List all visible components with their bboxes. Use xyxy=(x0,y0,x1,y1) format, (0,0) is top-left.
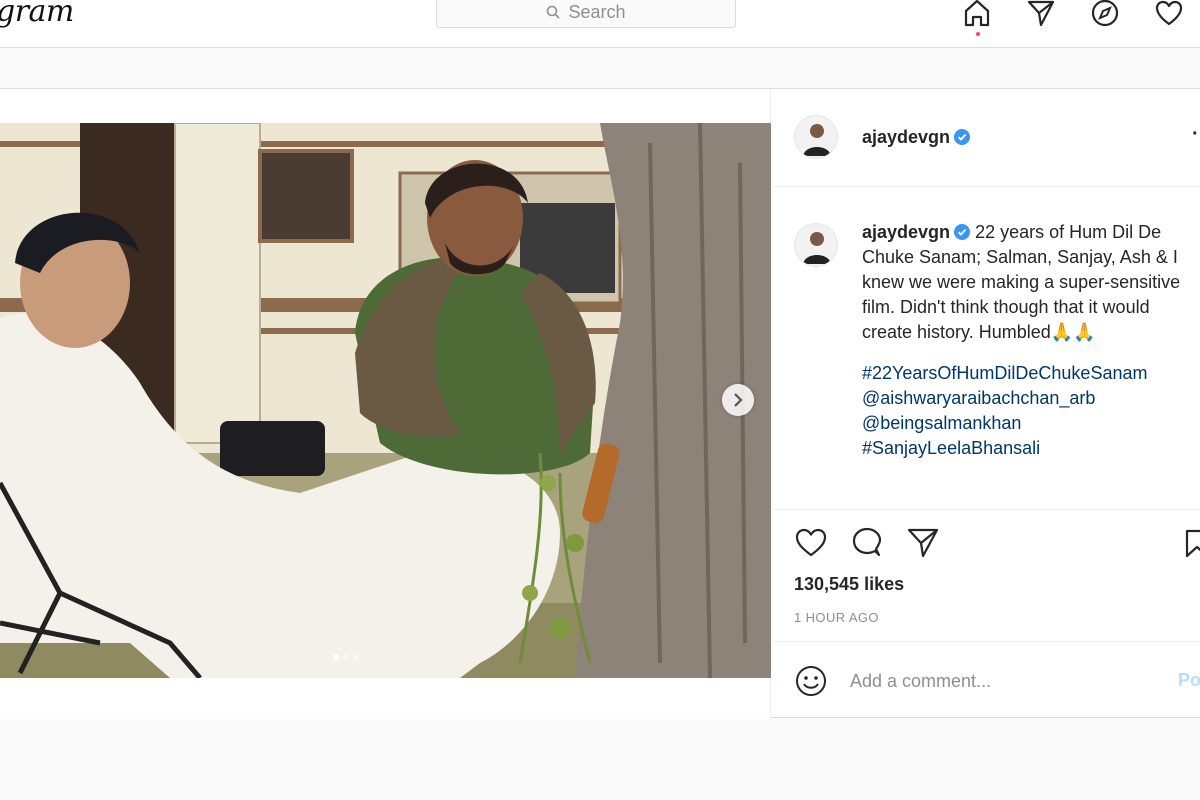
post-comment-button[interactable]: Po xyxy=(1178,670,1200,691)
photo-illustration xyxy=(0,123,771,678)
likes-count[interactable]: 130,545 likes xyxy=(794,574,904,595)
hashtag-link[interactable]: #SanjayLeelaBhansali xyxy=(862,436,1192,461)
instagram-logo[interactable]: gram xyxy=(0,0,74,29)
save-button[interactable] xyxy=(1182,528,1200,563)
more-options-button[interactable]: · xyxy=(1192,123,1199,146)
avatar-image xyxy=(803,232,831,264)
caption-username[interactable]: ajaydevgn xyxy=(862,222,971,242)
carousel-next-button[interactable] xyxy=(722,384,754,416)
comment-icon[interactable] xyxy=(850,526,884,560)
nav-explore[interactable] xyxy=(1088,0,1122,30)
verified-icon xyxy=(954,224,971,240)
post-card: ajaydevgn · ajaydevgn 22 years of Hum Di… xyxy=(0,88,1200,719)
carousel-dot xyxy=(343,654,349,660)
hashtag-link[interactable]: #22YearsOfHumDilDeChukeSanam xyxy=(862,361,1192,386)
avatar-image xyxy=(803,124,831,156)
post-timestamp[interactable]: 1 HOUR AGO xyxy=(794,610,879,625)
direct-icon xyxy=(1027,0,1055,27)
carousel-dot xyxy=(353,654,359,660)
chevron-right-icon xyxy=(734,393,743,407)
smiley-icon xyxy=(796,666,826,696)
hashtag-list: #22YearsOfHumDilDeChukeSanam @aishwaryar… xyxy=(862,361,1192,461)
nav-home[interactable] xyxy=(960,0,994,36)
search-box[interactable]: Search xyxy=(436,0,736,28)
username-text: ajaydevgn xyxy=(862,222,951,242)
emoji-button[interactable] xyxy=(794,664,828,703)
search-icon xyxy=(547,5,561,19)
username-text: ajaydevgn xyxy=(862,127,951,147)
home-icon xyxy=(964,0,990,27)
avatar[interactable] xyxy=(794,115,838,159)
post-actions: 130,545 likes 1 HOUR AGO xyxy=(772,509,1200,641)
mention-link[interactable]: @beingsalmankhan xyxy=(862,411,1192,436)
caption-text-block: ajaydevgn 22 years of Hum Dil De Chuke S… xyxy=(862,220,1192,461)
post-header: ajaydevgn · xyxy=(772,89,1200,187)
post-caption-area: ajaydevgn 22 years of Hum Dil De Chuke S… xyxy=(772,187,1200,509)
mention-link[interactable]: @aishwaryaraibachchan_arb xyxy=(862,386,1192,411)
post-photo[interactable] xyxy=(0,123,771,678)
top-nav: gram Search xyxy=(0,0,1200,48)
post-sidebar: ajaydevgn · ajaydevgn 22 years of Hum Di… xyxy=(772,89,1200,719)
comment-input[interactable] xyxy=(850,666,1150,696)
share-icon[interactable] xyxy=(906,526,940,560)
post-media xyxy=(0,89,771,719)
carousel-indicator xyxy=(333,654,359,660)
nav-direct[interactable] xyxy=(1024,0,1058,30)
notification-dot xyxy=(976,32,980,36)
avatar[interactable] xyxy=(794,223,838,267)
comment-bar: Po xyxy=(772,641,1200,719)
carousel-dot xyxy=(333,654,339,660)
activity-icon xyxy=(1155,0,1183,26)
nav-activity[interactable] xyxy=(1152,0,1186,30)
verified-icon xyxy=(954,129,971,145)
bookmark-icon xyxy=(1185,529,1200,558)
post-username[interactable]: ajaydevgn xyxy=(862,127,971,148)
search-placeholder: Search xyxy=(568,1,626,22)
like-icon[interactable] xyxy=(794,526,828,560)
explore-icon xyxy=(1091,0,1119,27)
